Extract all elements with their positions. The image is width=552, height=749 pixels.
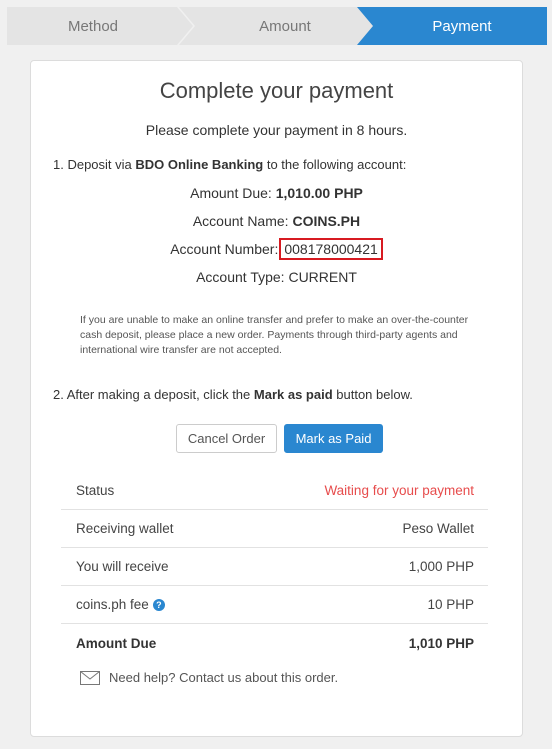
fee-label-group: coins.ph fee? (76, 597, 165, 612)
row-label: coins.ph fee (76, 597, 149, 612)
account-name-label: Account Name: (192, 213, 293, 229)
account-name-value: COINS.PH (292, 213, 361, 229)
account-number-line: Account Number: 008178000421 (31, 238, 522, 260)
row-label: You will receive (76, 559, 169, 574)
progress-stepper: Method Amount Payment (7, 7, 547, 45)
summary-row-receive: You will receive 1,000 PHP (61, 548, 488, 586)
mark-as-paid-button[interactable]: Mark as Paid (284, 424, 383, 453)
envelope-icon (80, 670, 100, 685)
instruction-suffix: to the following account: (263, 157, 407, 172)
mark-paid-instruction: 2. After making a deposit, click the Mar… (53, 387, 413, 402)
order-summary-table: Status Waiting for your payment Receivin… (61, 472, 488, 662)
account-type-line: Account Type: CURRENT (31, 269, 522, 285)
amount-due-value: 1,010.00 PHP (275, 185, 363, 201)
amount-due-line: Amount Due: 1,010.00 PHP (31, 185, 522, 201)
row-label: Status (76, 483, 115, 498)
account-number-value[interactable]: 008178000421 (279, 238, 383, 260)
instruction-prefix: 1. Deposit via (53, 157, 136, 172)
payment-deadline-text: Please complete your payment in 8 hours. (145, 122, 408, 138)
summary-row-amount-due: Amount Due 1,010 PHP (61, 624, 488, 662)
row-value: 1,010 PHP (408, 635, 474, 651)
account-name-line: Account Name: COINS.PH (31, 213, 522, 229)
step-label: Amount (259, 17, 311, 35)
deposit-instruction: 1. Deposit via BDO Online Banking to the… (53, 157, 406, 172)
account-number-label: Account Number: (170, 241, 279, 257)
step-label: Payment (432, 17, 492, 35)
page-title: Complete your payment (159, 78, 394, 103)
account-type-value: CURRENT (288, 269, 357, 285)
summary-row-status: Status Waiting for your payment (61, 472, 488, 510)
bank-name: BDO Online Banking (135, 157, 264, 172)
cancel-order-button[interactable]: Cancel Order (176, 424, 277, 453)
deposit-note: If you are unable to make an online tran… (80, 314, 469, 356)
row-label: Receiving wallet (76, 521, 174, 536)
summary-row-fee: coins.ph fee? 10 PHP (61, 586, 488, 624)
question-icon[interactable]: ? (152, 599, 165, 612)
step-amount[interactable]: Amount (179, 7, 377, 45)
row-value: 10 PHP (427, 597, 474, 612)
help-contact-link[interactable]: Need help? Contact us about this order. (80, 670, 338, 685)
payment-card: Complete your payment Please complete yo… (30, 60, 523, 737)
step-method[interactable]: Method (7, 7, 193, 45)
help-text: Need help? Contact us about this order. (109, 670, 339, 685)
instruction-prefix: 2. After making a deposit, click the (53, 387, 254, 402)
step-label: Method (67, 17, 119, 35)
row-value: 1,000 PHP (408, 559, 474, 574)
status-value: Waiting for your payment (324, 483, 474, 498)
step-payment[interactable]: Payment (357, 7, 547, 45)
row-value: Peso Wallet (402, 521, 474, 536)
account-type-label: Account Type: (196, 269, 289, 285)
summary-row-wallet: Receiving wallet Peso Wallet (61, 510, 488, 548)
amount-due-label: Amount Due: (190, 185, 276, 201)
instruction-suffix: button below. (332, 387, 413, 402)
instruction-bold: Mark as paid (253, 387, 333, 402)
row-label: Amount Due (76, 635, 157, 651)
